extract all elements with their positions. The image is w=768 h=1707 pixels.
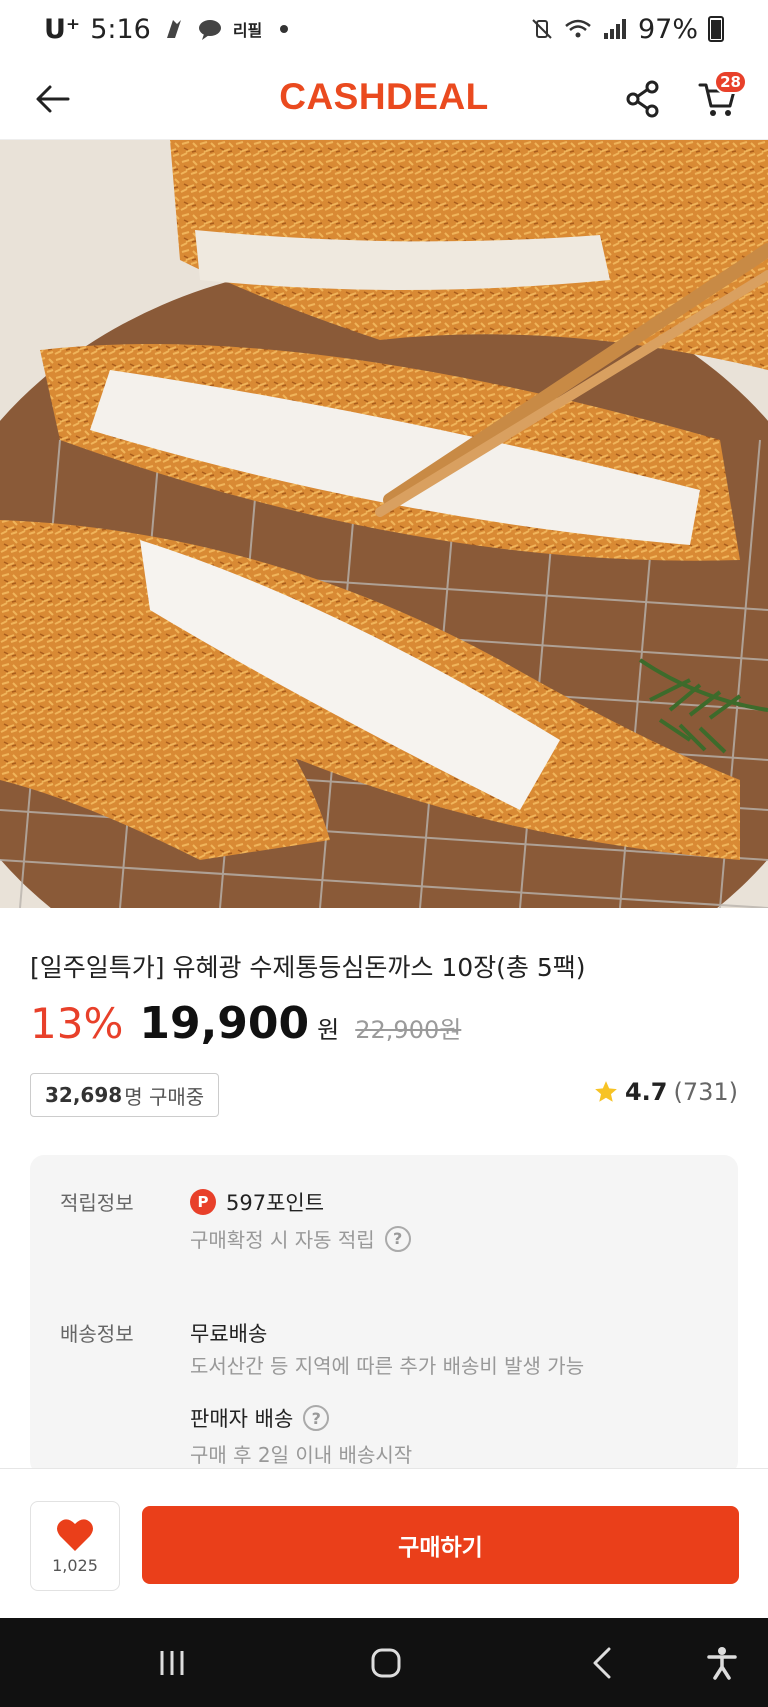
buyers-count: 32,698 [45, 1083, 123, 1107]
status-bar: U⁺ 5:16 리필 97% [0, 0, 768, 58]
home-icon [371, 1648, 401, 1678]
rating-score: 4.7 [624, 1078, 668, 1106]
seller-delivery-row: 판매자 배송 ? [190, 1403, 330, 1433]
buyers-suffix: 명 구매중 [124, 1084, 205, 1109]
seller-delivery-help-icon[interactable]: ? [303, 1405, 330, 1431]
recent-apps-button[interactable] [147, 1638, 197, 1688]
discount-rate: 13% [30, 999, 124, 1048]
sale-price: 19,900 [139, 998, 310, 1049]
more-notifications-dot [280, 25, 289, 33]
rating-count: (731) [673, 1078, 738, 1106]
points-note-row: 구매확정 시 자동 적립 ? [190, 1224, 411, 1253]
app-notification-icon [166, 20, 181, 38]
battery-icon [708, 16, 724, 42]
bottom-action-bar: 1,025 구매하기 [0, 1468, 768, 1618]
share-icon [626, 80, 659, 118]
points-value: 597포인트 [226, 1191, 325, 1215]
accessibility-icon [707, 1647, 737, 1680]
back-button[interactable] [30, 76, 76, 122]
like-button[interactable]: 1,025 [30, 1501, 120, 1591]
rating[interactable]: 4.7 (731) [593, 1078, 738, 1106]
nav-back-button[interactable] [577, 1638, 627, 1688]
chat-notification-icon [198, 20, 221, 40]
refill-app-label: 리필 [232, 21, 263, 40]
like-count: 1,025 [52, 1555, 98, 1575]
back-arrow-icon [36, 85, 70, 113]
star-icon [595, 1081, 617, 1102]
home-button[interactable] [361, 1638, 411, 1688]
cart-button[interactable]: 28 [693, 70, 747, 124]
buyers-count-badge: 32,698 명 구매중 [30, 1073, 220, 1117]
app-header: CASHDEAL 28 [0, 58, 768, 140]
system-nav-bar [0, 1618, 768, 1707]
points-row: P 597포인트 [190, 1187, 324, 1217]
signal-icon [603, 19, 626, 39]
carrier-label: U⁺ [44, 13, 81, 45]
product-title: [일주일특가] 유혜광 수제통등심돈까스 10장(총 5팩) [30, 953, 586, 982]
points-help-icon[interactable]: ? [384, 1225, 411, 1252]
currency-unit: 원 [317, 1016, 340, 1044]
pork-cutlet-photo [0, 140, 768, 908]
seller-delivery-note: 구매 후 2일 이내 배송시작 [190, 1443, 413, 1467]
seller-delivery: 판매자 배송 [190, 1407, 294, 1431]
points-note: 구매확정 시 자동 적립 [190, 1228, 375, 1252]
status-left: U⁺ 5:16 리필 [44, 13, 289, 45]
product-image[interactable] [0, 140, 768, 908]
clock: 5:16 [90, 13, 151, 45]
delivery-note: 도서산간 등 지역에 따른 추가 배송비 발생 가능 [190, 1354, 585, 1378]
point-p-icon: P [190, 1189, 216, 1215]
status-right: 97% [530, 14, 724, 45]
recent-apps-icon [160, 1651, 184, 1675]
delivery-label: 배송정보 [60, 1322, 134, 1346]
wifi-icon [565, 19, 591, 38]
vibrate-mute-icon [532, 19, 552, 39]
nav-back-icon [593, 1647, 611, 1679]
buy-button[interactable]: 구매하기 [142, 1506, 739, 1584]
battery-percent: 97% [637, 13, 698, 45]
info-box: 적립정보 P 597포인트 구매확정 시 자동 적립 ? 배송정보 무료배송 도… [30, 1155, 738, 1475]
accessibility-button[interactable] [697, 1638, 747, 1688]
share-button[interactable] [620, 76, 666, 122]
original-price: 22,900원 [355, 1016, 462, 1044]
heart-icon [57, 1518, 93, 1551]
price-row: 13% 19,900 원 22,900원 [30, 998, 461, 1049]
cart-count-badge: 28 [714, 70, 747, 94]
delivery-main: 무료배송 [190, 1322, 268, 1346]
points-label: 적립정보 [60, 1191, 134, 1215]
